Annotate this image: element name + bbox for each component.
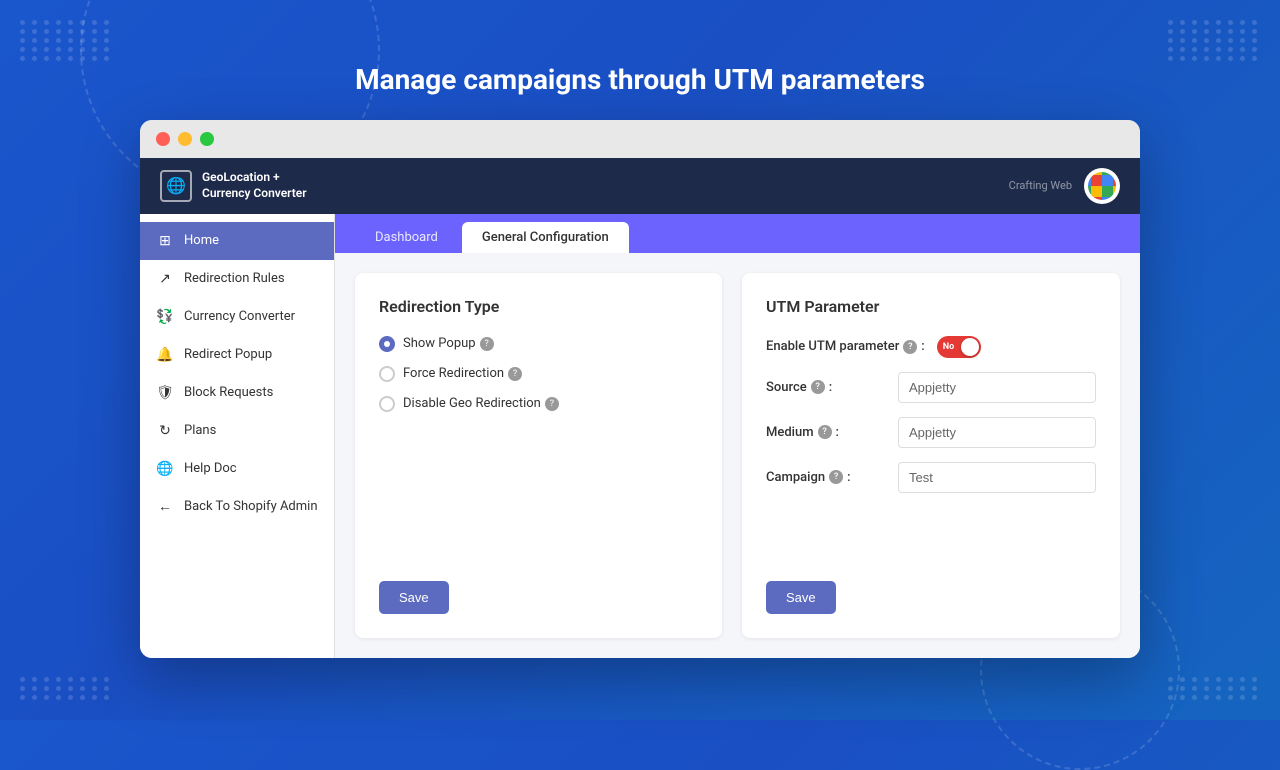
- help-icon: 🌐: [156, 460, 174, 478]
- app-header-right: Crafting Web: [1009, 168, 1120, 204]
- sidebar-label-plans: Plans: [184, 423, 216, 438]
- utm-campaign-row: Campaign ? :: [766, 462, 1096, 493]
- sidebar-item-back-to-shopify[interactable]: ← Back To Shopify Admin: [140, 488, 334, 526]
- help-icon-source[interactable]: ?: [811, 380, 825, 394]
- radio-show-popup[interactable]: Show Popup ?: [379, 336, 698, 352]
- plans-icon: ↻: [156, 422, 174, 440]
- browser-dot-yellow[interactable]: [178, 132, 192, 146]
- radio-label-force-redirection: Force Redirection ?: [403, 366, 522, 381]
- help-icon-show-popup[interactable]: ?: [480, 337, 494, 351]
- radio-group-redirection: Show Popup ? Force Redirection ?: [379, 336, 698, 557]
- utm-medium-row: Medium ? :: [766, 417, 1096, 448]
- utm-medium-label: Medium ? :: [766, 425, 886, 440]
- redirection-card-title: Redirection Type: [379, 297, 698, 316]
- browser-dot-green[interactable]: [200, 132, 214, 146]
- sidebar-label-help-doc: Help Doc: [184, 461, 237, 476]
- tab-general-configuration[interactable]: General Configuration: [462, 222, 629, 253]
- crafting-web-label: Crafting Web: [1009, 179, 1072, 192]
- sidebar-label-redirect-popup: Redirect Popup: [184, 347, 272, 362]
- sidebar: ⊞ Home ↗ Redirection Rules 💱 Currency Co…: [140, 214, 335, 658]
- sidebar-item-home[interactable]: ⊞ Home: [140, 222, 334, 260]
- sidebar-label-back-to-shopify: Back To Shopify Admin: [184, 499, 318, 514]
- browser-window: 🌐 GeoLocation +Currency Converter Crafti…: [140, 120, 1140, 658]
- bg-dots-top-right: [1168, 20, 1260, 61]
- radio-circle-disable-geo: [379, 396, 395, 412]
- redirection-save-button[interactable]: Save: [379, 581, 449, 614]
- help-icon-force-redirection[interactable]: ?: [508, 367, 522, 381]
- help-icon-campaign[interactable]: ?: [829, 470, 843, 484]
- home-icon: ⊞: [156, 232, 174, 250]
- utm-save-button[interactable]: Save: [766, 581, 836, 614]
- app-header: 🌐 GeoLocation +Currency Converter Crafti…: [140, 158, 1140, 214]
- radio-circle-show-popup: [379, 336, 395, 352]
- utm-enable-label: Enable UTM parameter ? :: [766, 339, 925, 354]
- back-icon: ←: [156, 498, 174, 516]
- radio-disable-geo[interactable]: Disable Geo Redirection ?: [379, 396, 698, 412]
- bg-dots-bottom-right: [1168, 677, 1260, 700]
- redirection-icon: ↗: [156, 270, 174, 288]
- shield-icon: 🛡: [156, 384, 174, 402]
- tab-dashboard[interactable]: Dashboard: [355, 222, 458, 253]
- page-title: Manage campaigns through UTM parameters: [355, 63, 925, 96]
- utm-source-label: Source ? :: [766, 380, 886, 395]
- radio-force-redirection[interactable]: Force Redirection ?: [379, 366, 698, 382]
- cards-area: Redirection Type Show Popup ?: [335, 253, 1140, 658]
- radio-circle-force-redirection: [379, 366, 395, 382]
- radio-label-disable-geo: Disable Geo Redirection ?: [403, 396, 559, 411]
- sidebar-item-help-doc[interactable]: 🌐 Help Doc: [140, 450, 334, 488]
- utm-form: Enable UTM parameter ? : No: [766, 336, 1096, 557]
- toggle-label: No: [943, 342, 954, 352]
- sidebar-item-redirection-rules[interactable]: ↗ Redirection Rules: [140, 260, 334, 298]
- utm-card-title: UTM Parameter: [766, 297, 1096, 316]
- bg-dots-top-left: [20, 20, 112, 61]
- globe-icon: 🌐: [160, 170, 192, 202]
- browser-dot-red[interactable]: [156, 132, 170, 146]
- currency-icon: 💱: [156, 308, 174, 326]
- sidebar-item-redirect-popup[interactable]: 🔔 Redirect Popup: [140, 336, 334, 374]
- app-name: GeoLocation +Currency Converter: [202, 170, 307, 201]
- browser-content: 🌐 GeoLocation +Currency Converter Crafti…: [140, 158, 1140, 658]
- utm-toggle[interactable]: No: [937, 336, 981, 358]
- utm-toggle-container[interactable]: No: [937, 336, 981, 358]
- sidebar-item-currency-converter[interactable]: 💱 Currency Converter: [140, 298, 334, 336]
- sidebar-item-plans[interactable]: ↻ Plans: [140, 412, 334, 450]
- utm-medium-input[interactable]: [898, 417, 1096, 448]
- main-layout: ⊞ Home ↗ Redirection Rules 💱 Currency Co…: [140, 214, 1140, 658]
- help-icon-utm-enable[interactable]: ?: [903, 340, 917, 354]
- tabs-bar: Dashboard General Configuration: [335, 214, 1140, 253]
- sidebar-label-redirection-rules: Redirection Rules: [184, 271, 285, 286]
- utm-source-row: Source ? :: [766, 372, 1096, 403]
- app-logo: 🌐 GeoLocation +Currency Converter: [160, 170, 307, 202]
- utm-source-input[interactable]: [898, 372, 1096, 403]
- toggle-thumb: [961, 338, 979, 356]
- utm-campaign-input[interactable]: [898, 462, 1096, 493]
- utm-campaign-label: Campaign ? :: [766, 470, 886, 485]
- help-icon-medium[interactable]: ?: [818, 425, 832, 439]
- app-badge: [1084, 168, 1120, 204]
- sidebar-label-block-requests: Block Requests: [184, 385, 273, 400]
- sidebar-item-block-requests[interactable]: 🛡 Block Requests: [140, 374, 334, 412]
- bell-icon: 🔔: [156, 346, 174, 364]
- content-area: Dashboard General Configuration Redirect…: [335, 214, 1140, 658]
- badge-circle: [1088, 172, 1116, 200]
- browser-chrome: [140, 120, 1140, 158]
- sidebar-label-currency-converter: Currency Converter: [184, 309, 295, 324]
- utm-parameter-card: UTM Parameter Enable UTM parameter ? :: [742, 273, 1120, 638]
- help-icon-disable-geo[interactable]: ?: [545, 397, 559, 411]
- radio-label-show-popup: Show Popup ?: [403, 336, 494, 351]
- sidebar-label-home: Home: [184, 233, 219, 248]
- redirection-type-card: Redirection Type Show Popup ?: [355, 273, 722, 638]
- utm-enable-row: Enable UTM parameter ? : No: [766, 336, 1096, 358]
- bg-dots-bottom-left: [20, 677, 112, 700]
